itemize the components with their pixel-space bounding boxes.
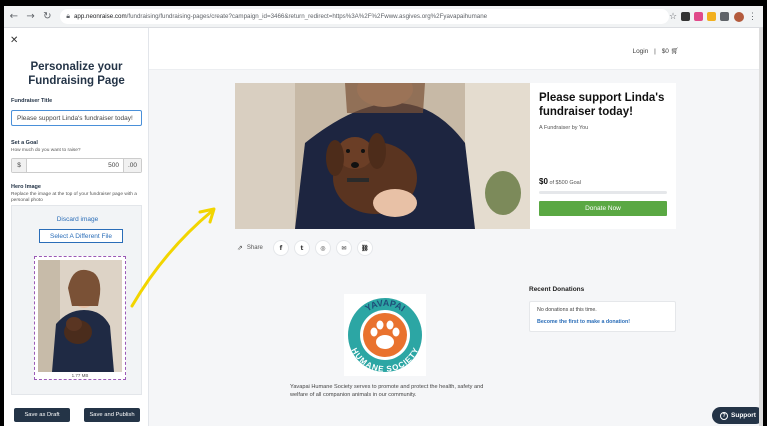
fundraiser-title-input[interactable]: Please support Linda's fundraiser today! — [11, 110, 142, 126]
share-label: Share — [246, 245, 263, 251]
site-header: Login | $0 🛒︎ — [149, 28, 763, 70]
header-separator: | — [654, 48, 656, 55]
discard-image-link[interactable]: Discard image — [12, 216, 143, 223]
goal-label: Set a Goal — [11, 140, 38, 146]
hero-image — [235, 83, 530, 229]
goal-summary: $0 of $500 Goal — [539, 177, 581, 186]
goal-help: How much do you want to raise? — [11, 148, 81, 153]
no-donations-text: No donations at this time. — [537, 307, 597, 313]
lock-icon: 🔒︎ — [66, 12, 70, 20]
recent-donations-title: Recent Donations — [529, 286, 585, 293]
editor-panel: ✕ Personalize your Fundraising Page Fund… — [4, 28, 149, 426]
extension-icon[interactable] — [681, 12, 691, 21]
save-publish-button[interactable]: Save and Publish — [84, 408, 140, 422]
url-path: /fundraising/fundraising-pages/create?ca… — [126, 13, 488, 20]
header-links: Login | $0 🛒︎ — [632, 47, 679, 55]
back-icon[interactable]: ← — [7, 10, 21, 24]
extensions-puzzle-icon[interactable] — [720, 12, 730, 21]
facebook-icon[interactable]: f — [272, 240, 289, 256]
hero-image-label: Hero Image — [11, 184, 41, 190]
link-icon[interactable]: ⛓ — [356, 240, 373, 256]
donate-now-button[interactable]: Donate Now — [539, 201, 667, 216]
support-label: Support — [731, 412, 756, 419]
goal-prefix: $ — [12, 159, 27, 172]
page-scrollbar[interactable] — [759, 28, 763, 426]
file-size: 1.77 MB — [71, 373, 89, 378]
hero-image-preview: 1.77 MB — [34, 256, 126, 380]
email-icon[interactable]: ✉ — [335, 240, 352, 256]
browser-window: ← → ↻ 🔒︎ app.neonraise.com /fundraising/… — [4, 6, 763, 426]
fundraiser-title-label: Fundraiser Title — [11, 98, 53, 104]
page-preview: Login | $0 🛒︎ Please support Linda's fun… — [149, 28, 763, 426]
support-button[interactable]: ? Support — [712, 407, 763, 424]
goal-progress-bar — [539, 191, 667, 194]
save-draft-button[interactable]: Save as Draft — [14, 408, 70, 422]
instagram-icon[interactable]: ◎ — [314, 240, 331, 256]
bookmark-star-icon[interactable]: ☆ — [669, 12, 677, 22]
hero-image-uploader: Discard image Select A Different File 1.… — [11, 205, 142, 395]
share-icon: ⇗ — [237, 244, 243, 252]
reload-icon[interactable]: ↻ — [41, 10, 55, 24]
goal-value[interactable]: 500 — [27, 159, 123, 172]
panel-title: Personalize your Fundraising Page — [28, 61, 125, 87]
org-description: Yavapai Humane Society serves to promote… — [290, 384, 484, 398]
goal-suffix: .00 — [123, 159, 141, 172]
browser-menu-icon[interactable]: ⋮ — [748, 11, 757, 22]
fundraiser-byline: A Fundraiser by You — [539, 125, 589, 131]
cart-link[interactable]: $0 — [662, 48, 669, 55]
hero-image-help: Replace the image at the top of your fun… — [11, 192, 137, 203]
url-domain: app.neonraise.com — [73, 13, 127, 20]
yavapai-humane-logo: YAVAPAI HUMANE SOCIETY — [344, 294, 426, 376]
extension-icon[interactable] — [694, 12, 704, 21]
cart-icon[interactable]: 🛒︎ — [671, 47, 679, 55]
address-bar[interactable]: 🔒︎ app.neonraise.com /fundraising/fundra… — [60, 9, 669, 24]
recent-donations-list: No donations at this time. Become the fi… — [529, 301, 676, 332]
preview-photo — [38, 260, 122, 372]
extension-bar: ☆ ⋮ — [669, 11, 763, 22]
goal-text: of $500 Goal — [549, 180, 581, 186]
login-link[interactable]: Login — [632, 48, 648, 55]
fundraiser-title: Please support Linda's fundraiser today! — [539, 92, 665, 118]
select-file-button[interactable]: Select A Different File — [39, 229, 123, 243]
share-bar: ⇗ Share f t ◎ ✉ ⛓ — [237, 240, 373, 256]
browser-toolbar: ← → ↻ 🔒︎ app.neonraise.com /fundraising/… — [4, 6, 763, 28]
close-icon[interactable]: ✕ — [10, 35, 18, 46]
forward-icon[interactable]: → — [24, 10, 38, 24]
help-icon: ? — [720, 411, 729, 420]
raised-amount: $0 — [539, 177, 548, 186]
goal-input[interactable]: $ 500 .00 — [11, 158, 142, 173]
extension-icon[interactable] — [707, 12, 717, 21]
first-donation-link[interactable]: Become the first to make a donation! — [537, 319, 630, 325]
twitter-icon[interactable]: t — [293, 240, 310, 256]
profile-avatar[interactable] — [734, 11, 745, 22]
fundraiser-card: Please support Linda's fundraiser today!… — [530, 83, 676, 229]
